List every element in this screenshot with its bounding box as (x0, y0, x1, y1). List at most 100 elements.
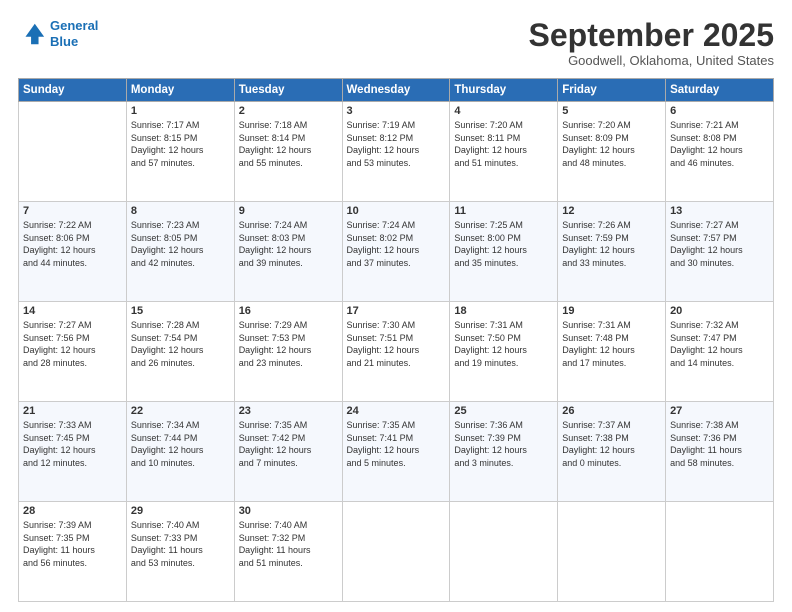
day-info: Sunrise: 7:22 AM Sunset: 8:06 PM Dayligh… (23, 219, 122, 269)
calendar-week-4: 28 Sunrise: 7:39 AM Sunset: 7:35 PM Dayli… (19, 502, 774, 602)
day-info: Sunrise: 7:35 AM Sunset: 7:41 PM Dayligh… (347, 419, 446, 469)
calendar-cell: 12 Sunrise: 7:26 AM Sunset: 7:59 PM Dayli… (558, 202, 666, 302)
logo-text: General Blue (50, 18, 98, 49)
calendar-header-row: Sunday Monday Tuesday Wednesday Thursday… (19, 79, 774, 102)
calendar-cell: 17 Sunrise: 7:30 AM Sunset: 7:51 PM Dayli… (342, 302, 450, 402)
day-info: Sunrise: 7:32 AM Sunset: 7:47 PM Dayligh… (670, 319, 769, 369)
logo-line2: Blue (50, 34, 78, 49)
day-number: 8 (131, 205, 230, 217)
day-number: 4 (454, 105, 553, 117)
day-info: Sunrise: 7:40 AM Sunset: 7:32 PM Dayligh… (239, 519, 338, 569)
calendar-cell: 25Sunrise: 7:36 AM Sunset: 7:39 PM Dayli… (450, 402, 558, 502)
logo-line1: General (50, 18, 98, 33)
day-number: 5 (562, 105, 661, 117)
calendar-cell (450, 502, 558, 602)
day-info: Sunrise: 7:29 AM Sunset: 7:53 PM Dayligh… (239, 319, 338, 369)
day-info: Sunrise: 7:27 AM Sunset: 7:57 PM Dayligh… (670, 219, 769, 269)
day-info: Sunrise: 7:24 AM Sunset: 8:03 PM Dayligh… (239, 219, 338, 269)
day-number: 15 (131, 305, 230, 317)
day-info: Sunrise: 7:23 AM Sunset: 8:05 PM Dayligh… (131, 219, 230, 269)
calendar-cell: 23 Sunrise: 7:35 AM Sunset: 7:42 PM Dayli… (234, 402, 342, 502)
logo: General Blue (18, 18, 98, 49)
day-info: Sunrise: 7:19 AM Sunset: 8:12 PM Dayligh… (347, 119, 446, 169)
day-number: 28 (23, 505, 122, 517)
col-monday: Monday (126, 79, 234, 102)
day-number: 10 (347, 205, 446, 217)
day-number: 7 (23, 205, 122, 217)
col-wednesday: Wednesday (342, 79, 450, 102)
calendar-week-0: 1Sunrise: 7:17 AM Sunset: 8:15 PM Daylig… (19, 102, 774, 202)
day-number: 16 (239, 305, 338, 317)
day-info: Sunrise: 7:26 AM Sunset: 7:59 PM Dayligh… (562, 219, 661, 269)
calendar-cell: 18Sunrise: 7:31 AM Sunset: 7:50 PM Dayli… (450, 302, 558, 402)
day-number: 27 (670, 405, 769, 417)
day-number: 24 (347, 405, 446, 417)
day-number: 26 (562, 405, 661, 417)
calendar-cell: 28 Sunrise: 7:39 AM Sunset: 7:35 PM Dayli… (19, 502, 127, 602)
calendar-cell: 8 Sunrise: 7:23 AM Sunset: 8:05 PM Daylig… (126, 202, 234, 302)
calendar-cell: 20 Sunrise: 7:32 AM Sunset: 7:47 PM Dayli… (666, 302, 774, 402)
col-saturday: Saturday (666, 79, 774, 102)
day-info: Sunrise: 7:18 AM Sunset: 8:14 PM Dayligh… (239, 119, 338, 169)
calendar-cell: 10 Sunrise: 7:24 AM Sunset: 8:02 PM Dayli… (342, 202, 450, 302)
calendar-cell: 24 Sunrise: 7:35 AM Sunset: 7:41 PM Dayli… (342, 402, 450, 502)
day-info: Sunrise: 7:39 AM Sunset: 7:35 PM Dayligh… (23, 519, 122, 569)
day-number: 1 (131, 105, 230, 117)
calendar-cell (666, 502, 774, 602)
day-number: 21 (23, 405, 122, 417)
day-info: Sunrise: 7:31 AM Sunset: 7:50 PM Dayligh… (454, 319, 553, 369)
header: General Blue September 2025 Goodwell, Ok… (18, 18, 774, 68)
calendar-cell: 19 Sunrise: 7:31 AM Sunset: 7:48 PM Dayli… (558, 302, 666, 402)
day-number: 23 (239, 405, 338, 417)
day-info: Sunrise: 7:36 AM Sunset: 7:39 PM Dayligh… (454, 419, 553, 469)
col-thursday: Thursday (450, 79, 558, 102)
day-info: Sunrise: 7:30 AM Sunset: 7:51 PM Dayligh… (347, 319, 446, 369)
calendar-cell: 6Sunrise: 7:21 AM Sunset: 8:08 PM Daylig… (666, 102, 774, 202)
calendar-cell: 5 Sunrise: 7:20 AM Sunset: 8:09 PM Daylig… (558, 102, 666, 202)
calendar-cell (19, 102, 127, 202)
location: Goodwell, Oklahoma, United States (529, 53, 774, 68)
calendar-cell: 2Sunrise: 7:18 AM Sunset: 8:14 PM Daylig… (234, 102, 342, 202)
day-number: 12 (562, 205, 661, 217)
day-info: Sunrise: 7:40 AM Sunset: 7:33 PM Dayligh… (131, 519, 230, 569)
calendar-cell: 3 Sunrise: 7:19 AM Sunset: 8:12 PM Daylig… (342, 102, 450, 202)
day-number: 29 (131, 505, 230, 517)
calendar-cell: 9 Sunrise: 7:24 AM Sunset: 8:03 PM Daylig… (234, 202, 342, 302)
calendar-cell: 15Sunrise: 7:28 AM Sunset: 7:54 PM Dayli… (126, 302, 234, 402)
day-number: 22 (131, 405, 230, 417)
day-info: Sunrise: 7:35 AM Sunset: 7:42 PM Dayligh… (239, 419, 338, 469)
day-number: 9 (239, 205, 338, 217)
day-number: 17 (347, 305, 446, 317)
calendar-cell: 21 Sunrise: 7:33 AM Sunset: 7:45 PM Dayli… (19, 402, 127, 502)
day-number: 3 (347, 105, 446, 117)
day-number: 30 (239, 505, 338, 517)
day-info: Sunrise: 7:20 AM Sunset: 8:09 PM Dayligh… (562, 119, 661, 169)
calendar-cell: 30 Sunrise: 7:40 AM Sunset: 7:32 PM Dayli… (234, 502, 342, 602)
calendar-cell: 26 Sunrise: 7:37 AM Sunset: 7:38 PM Dayli… (558, 402, 666, 502)
col-friday: Friday (558, 79, 666, 102)
calendar-cell: 22 Sunrise: 7:34 AM Sunset: 7:44 PM Dayli… (126, 402, 234, 502)
day-info: Sunrise: 7:25 AM Sunset: 8:00 PM Dayligh… (454, 219, 553, 269)
day-info: Sunrise: 7:37 AM Sunset: 7:38 PM Dayligh… (562, 419, 661, 469)
day-info: Sunrise: 7:24 AM Sunset: 8:02 PM Dayligh… (347, 219, 446, 269)
calendar-cell: 14Sunrise: 7:27 AM Sunset: 7:56 PM Dayli… (19, 302, 127, 402)
day-info: Sunrise: 7:33 AM Sunset: 7:45 PM Dayligh… (23, 419, 122, 469)
col-tuesday: Tuesday (234, 79, 342, 102)
day-info: Sunrise: 7:38 AM Sunset: 7:36 PM Dayligh… (670, 419, 769, 469)
page: General Blue September 2025 Goodwell, Ok… (0, 0, 792, 612)
calendar-cell: 1Sunrise: 7:17 AM Sunset: 8:15 PM Daylig… (126, 102, 234, 202)
day-info: Sunrise: 7:34 AM Sunset: 7:44 PM Dayligh… (131, 419, 230, 469)
calendar: Sunday Monday Tuesday Wednesday Thursday… (18, 78, 774, 602)
day-number: 19 (562, 305, 661, 317)
calendar-cell: 7 Sunrise: 7:22 AM Sunset: 8:06 PM Daylig… (19, 202, 127, 302)
calendar-cell: 16 Sunrise: 7:29 AM Sunset: 7:53 PM Dayli… (234, 302, 342, 402)
logo-icon (18, 20, 46, 48)
title-block: September 2025 Goodwell, Oklahoma, Unite… (529, 18, 774, 68)
day-info: Sunrise: 7:31 AM Sunset: 7:48 PM Dayligh… (562, 319, 661, 369)
day-info: Sunrise: 7:21 AM Sunset: 8:08 PM Dayligh… (670, 119, 769, 169)
calendar-cell (558, 502, 666, 602)
calendar-cell: 29 Sunrise: 7:40 AM Sunset: 7:33 PM Dayli… (126, 502, 234, 602)
calendar-week-3: 21 Sunrise: 7:33 AM Sunset: 7:45 PM Dayli… (19, 402, 774, 502)
calendar-cell (342, 502, 450, 602)
day-number: 20 (670, 305, 769, 317)
